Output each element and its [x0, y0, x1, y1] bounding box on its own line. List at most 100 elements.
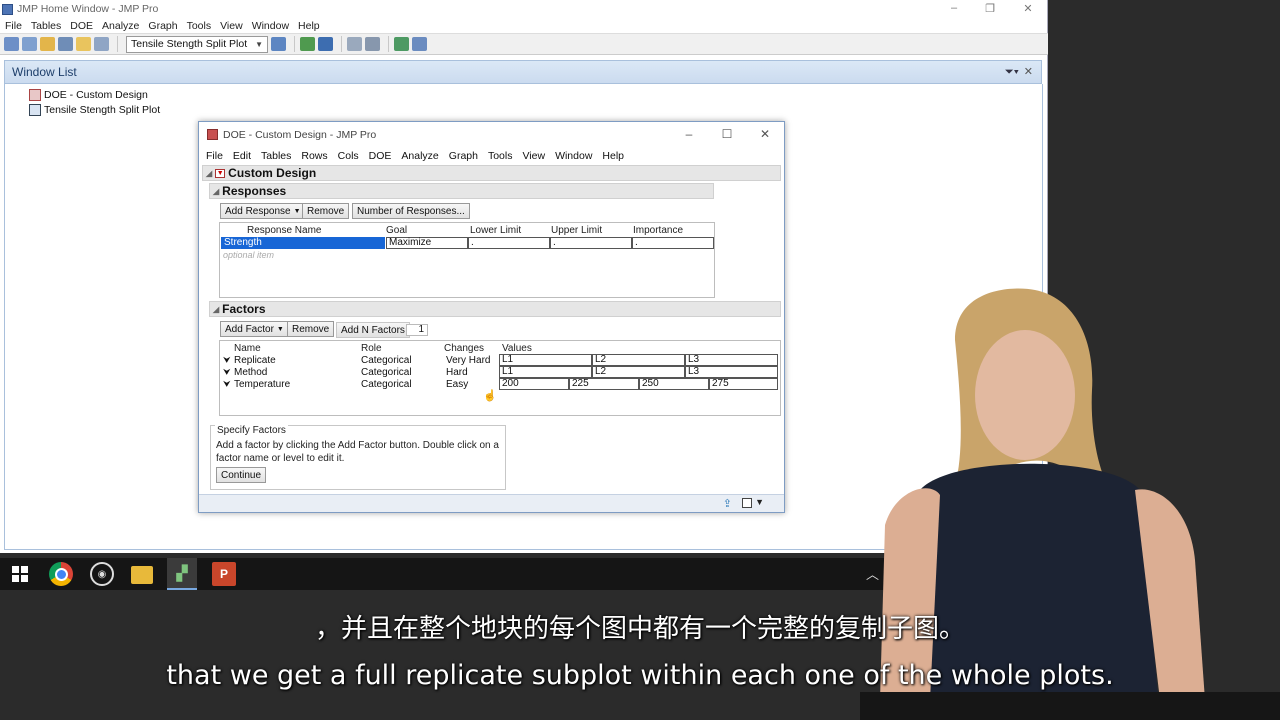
menu-window[interactable]: Window [555, 150, 592, 162]
new-script-icon[interactable] [22, 37, 37, 51]
menu-graph[interactable]: Graph [148, 20, 177, 32]
response-lower-limit-cell[interactable]: . [468, 237, 550, 249]
fit-model-icon[interactable] [365, 37, 381, 51]
menu-file[interactable]: File [206, 150, 223, 162]
menu-tables[interactable]: Tables [261, 150, 291, 162]
menu-rows[interactable]: Rows [301, 150, 327, 162]
chrome-icon[interactable] [49, 562, 73, 586]
control-chart-icon[interactable] [412, 37, 428, 51]
continue-button[interactable]: Continue [216, 467, 267, 483]
column-header-changes: Changes [444, 343, 485, 354]
podium [860, 692, 1280, 720]
menu-tables[interactable]: Tables [31, 20, 61, 32]
menu-file[interactable]: File [5, 20, 22, 32]
restore-icon[interactable]: ❐ [980, 2, 1000, 15]
factor-level-cell[interactable]: 250 [639, 378, 709, 390]
factor-expand-icon[interactable]: ⮟ [223, 367, 231, 378]
response-name-cell[interactable]: Strength [221, 237, 385, 249]
powerpoint-icon[interactable]: P [212, 562, 236, 586]
graph-builder-icon[interactable] [394, 37, 410, 51]
optional-item-placeholder[interactable]: optional item [223, 250, 274, 260]
n-factors-input[interactable]: 1 [406, 324, 428, 336]
data-table-combo[interactable]: Tensile Stength Split Plot ▼ [126, 35, 269, 53]
remove-factor-button[interactable]: Remove [287, 321, 335, 337]
menu-window[interactable]: Window [252, 20, 289, 32]
number-of-responses-label: Number of Responses... [357, 205, 465, 217]
add-n-factors-button[interactable]: Add N Factors [336, 322, 410, 338]
menu-cols[interactable]: Cols [338, 150, 359, 162]
minimize-icon[interactable]: – [679, 127, 699, 141]
home-menubar: File Tables DOE Analyze Graph Tools View… [0, 18, 1047, 33]
factor-level-cell[interactable]: L3 [685, 354, 778, 366]
window-box-icon[interactable] [742, 498, 752, 508]
menu-doe[interactable]: DOE [369, 150, 392, 162]
open-folder-icon[interactable] [40, 37, 55, 51]
close-icon[interactable]: ✕ [1018, 2, 1038, 15]
menu-view[interactable]: View [522, 150, 545, 162]
run-script-icon[interactable] [271, 37, 287, 51]
presenter-face [975, 330, 1075, 460]
menu-tools[interactable]: Tools [187, 20, 212, 32]
response-goal-cell[interactable]: Maximize [386, 237, 468, 249]
distribution-icon[interactable] [300, 37, 316, 51]
factor-name[interactable]: Method [234, 367, 267, 378]
factor-level-cell[interactable]: L3 [685, 366, 778, 378]
menu-edit[interactable]: Edit [233, 150, 251, 162]
factor-changes[interactable]: Very Hard [446, 355, 490, 366]
number-of-responses-button[interactable]: Number of Responses... [352, 203, 470, 219]
factor-name[interactable]: Replicate [234, 355, 276, 366]
factor-name[interactable]: Temperature [234, 379, 290, 390]
save-icon[interactable] [58, 37, 73, 51]
home-toolbar: Tensile Stength Split Plot ▼ [0, 33, 1048, 55]
filter-icon[interactable]: ⏷▾ [1005, 66, 1019, 79]
jmp-icon[interactable]: ▞ [167, 558, 197, 590]
close-icon[interactable]: ✕ [1024, 65, 1033, 78]
factors-outline[interactable]: ◢ Factors [209, 301, 781, 317]
home-window-icon[interactable]: ⇪ [723, 497, 732, 510]
import-icon[interactable] [76, 37, 91, 51]
disclosure-triangle-icon[interactable]: ◢ [213, 305, 219, 314]
factor-level-cell[interactable]: 200 [499, 378, 569, 390]
factor-changes[interactable]: Easy [446, 379, 468, 390]
minimize-icon[interactable]: – [944, 2, 964, 14]
factor-level-cell[interactable]: L2 [592, 354, 685, 366]
menu-view[interactable]: View [220, 20, 243, 32]
factor-expand-icon[interactable]: ⮟ [223, 355, 231, 366]
responses-outline[interactable]: ◢ Responses [209, 183, 714, 199]
tabulate-icon[interactable] [347, 37, 363, 51]
factor-level-cell[interactable]: 225 [569, 378, 639, 390]
menu-graph[interactable]: Graph [449, 150, 478, 162]
menu-analyze[interactable]: Analyze [102, 20, 139, 32]
factor-level-cell[interactable]: L1 [499, 354, 592, 366]
windows-start-icon[interactable] [8, 562, 32, 586]
factor-changes[interactable]: Hard [446, 367, 468, 378]
factor-expand-icon[interactable]: ⮟ [223, 379, 231, 390]
add-response-button[interactable]: Add Response ▼ [220, 203, 306, 219]
menu-analyze[interactable]: Analyze [401, 150, 438, 162]
remove-response-button[interactable]: Remove [302, 203, 350, 219]
factor-level-cell[interactable]: L1 [499, 366, 592, 378]
menu-help[interactable]: Help [298, 20, 320, 32]
response-upper-limit-cell[interactable]: . [550, 237, 632, 249]
add-factor-button[interactable]: Add Factor ▼ [220, 321, 289, 337]
fit-y-by-x-icon[interactable] [318, 37, 334, 51]
disclosure-triangle-icon[interactable]: ◢ [206, 169, 212, 178]
response-importance-cell[interactable]: . [632, 237, 714, 249]
file-explorer-icon[interactable] [131, 566, 153, 584]
new-table-icon[interactable] [4, 37, 19, 51]
menu-help[interactable]: Help [602, 150, 624, 162]
maximize-icon[interactable]: ☐ [717, 127, 737, 141]
window-list-item[interactable]: DOE - Custom Design [29, 89, 148, 101]
menu-doe[interactable]: DOE [70, 20, 93, 32]
print-icon[interactable] [94, 37, 109, 51]
window-list-item[interactable]: Tensile Stength Split Plot [29, 104, 160, 116]
menu-tools[interactable]: Tools [488, 150, 513, 162]
custom-design-outline[interactable]: ◢ ▼ Custom Design [202, 165, 781, 181]
red-triangle-menu-icon[interactable]: ▼ [215, 168, 226, 178]
factor-level-cell[interactable]: 275 [709, 378, 778, 390]
obs-icon[interactable]: ◉ [90, 562, 114, 586]
chevron-down-icon[interactable]: ▼ [755, 497, 764, 507]
factor-level-cell[interactable]: L2 [592, 366, 685, 378]
disclosure-triangle-icon[interactable]: ◢ [213, 187, 219, 196]
close-icon[interactable]: ✕ [755, 127, 775, 141]
